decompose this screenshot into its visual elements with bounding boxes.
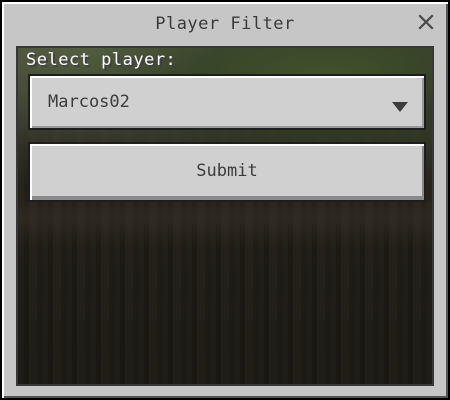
triangle-down-icon bbox=[392, 97, 408, 112]
dropdown-selected-value: Marcos02 bbox=[48, 92, 130, 112]
submit-button[interactable]: Submit bbox=[28, 142, 426, 202]
close-icon[interactable] bbox=[418, 14, 434, 30]
player-dropdown[interactable]: Marcos02 bbox=[28, 74, 426, 130]
form-panel: Select player: Marcos02 Submit bbox=[16, 46, 434, 386]
dialog-title: Player Filter bbox=[155, 14, 295, 34]
select-player-label: Select player: bbox=[26, 50, 177, 70]
player-filter-dialog: Player Filter Select player: Marcos02 Su… bbox=[0, 0, 450, 400]
submit-button-label: Submit bbox=[196, 161, 258, 181]
title-bar: Player Filter bbox=[2, 2, 448, 46]
